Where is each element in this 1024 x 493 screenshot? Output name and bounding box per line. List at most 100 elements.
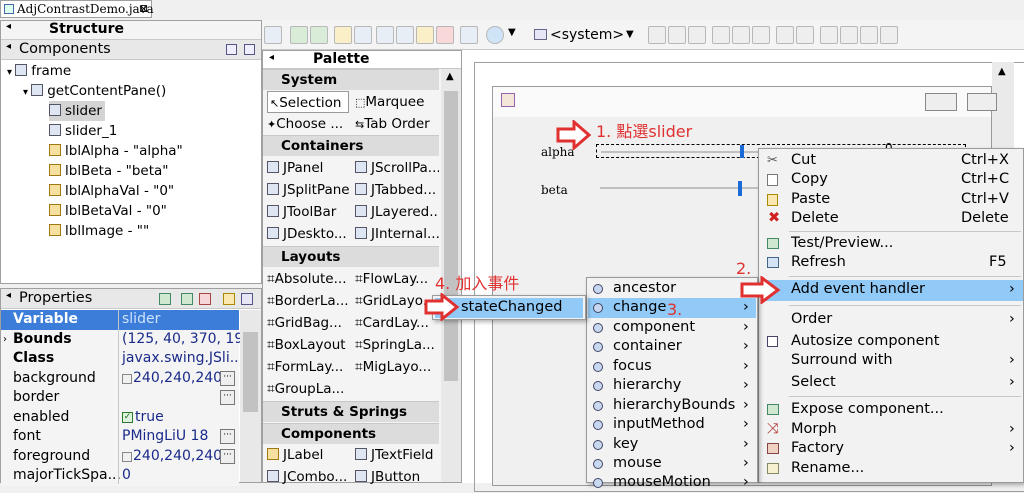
tree-node-slider-1[interactable]: slider_1 (49, 121, 117, 141)
menu-icon[interactable] (223, 293, 235, 305)
chevron-down-icon[interactable]: ▼ (508, 27, 516, 38)
tree-node-lbl-image[interactable]: lblImage - "" (49, 221, 149, 241)
collapse-arrow-icon[interactable]: ◂ (6, 41, 11, 52)
tree-node-lbl-alpha-val[interactable]: lblAlphaVal - "0" (49, 181, 174, 201)
expand-toggle-icon[interactable]: ▾ (7, 67, 15, 78)
prop-row-background[interactable]: background 240,240,240 ··· (1, 369, 239, 389)
palette-jscrollpane[interactable]: JScrollPa... (355, 157, 439, 179)
palette-section-layouts[interactable]: Layouts (263, 246, 439, 267)
align-top-icon[interactable] (712, 26, 730, 44)
palette-jsplitpane[interactable]: JSplitPane (267, 179, 351, 201)
scroll-up-icon[interactable]: ▲ (998, 66, 1006, 77)
palette-jtoolbar[interactable]: JToolBar (267, 201, 351, 223)
expand-toggle-icon[interactable]: › (3, 330, 7, 349)
prop-row-foreground[interactable]: foreground 240,240,240 ··· (1, 447, 239, 467)
event-item-input-method[interactable]: inputMethod › (587, 415, 755, 435)
checkbox-checked-icon[interactable]: ✓ (122, 412, 133, 423)
test-icon[interactable] (310, 26, 328, 44)
palette-choose[interactable]: ✦Choose ... (267, 113, 351, 135)
maximize-button[interactable] (967, 93, 997, 111)
cut-icon[interactable] (376, 26, 394, 44)
edit-code-icon[interactable] (334, 26, 352, 44)
align-middle-icon[interactable] (732, 26, 750, 44)
palette-boxlayout[interactable]: ⌗BoxLayout (267, 334, 351, 356)
editor-tab[interactable]: AdjContrastDemo.java ⊠ (0, 0, 154, 18)
prop-row-font[interactable]: font PMingLiU 18 ··· (1, 427, 239, 447)
paste-icon[interactable] (416, 26, 434, 44)
align-bottom-icon[interactable] (752, 26, 770, 44)
tree-node-lbl-beta-val[interactable]: lblBetaVal - "0" (49, 201, 167, 221)
palette-marquee[interactable]: ⬚Marquee (355, 91, 424, 113)
menu-item-add-event-handler[interactable]: Add event handler › (761, 280, 1023, 301)
delete-icon[interactable] (436, 26, 454, 44)
event-item-hierarchy-bounds[interactable]: hierarchyBounds › (587, 396, 755, 416)
menu-item-cut[interactable]: ✂ Cut Ctrl+X (759, 151, 1019, 171)
properties-scrollbar[interactable] (240, 310, 261, 482)
expand-all-icon[interactable] (226, 44, 237, 55)
properties-icon[interactable] (460, 26, 478, 44)
close-tab-icon[interactable]: ⊠ (139, 1, 148, 17)
center-horizontal-icon[interactable] (860, 26, 878, 44)
palette-jlayered[interactable]: JLayered... (355, 201, 439, 223)
space-vertical-icon[interactable] (840, 26, 858, 44)
same-height-icon[interactable] (796, 26, 814, 44)
menu-item-refresh[interactable]: Refresh F5 (759, 253, 1019, 273)
menu-item-expose-component[interactable]: Expose component... (759, 400, 1019, 420)
palette-springlayout[interactable]: ⌗SpringLa... (355, 334, 439, 356)
event-item-component[interactable]: component › (587, 318, 755, 338)
palette-section-system[interactable]: System (263, 69, 439, 90)
palette-jinternal[interactable]: JInternal... (355, 223, 439, 245)
tree-node-frame[interactable]: ▾ frame (7, 61, 71, 81)
palette-grouplayout[interactable]: ⌗GroupLa... (267, 378, 351, 400)
align-right-icon[interactable] (688, 26, 706, 44)
collapse-arrow-icon[interactable]: ◂ (6, 290, 11, 301)
menu-item-morph[interactable]: ⤨ Morph › (759, 420, 1019, 440)
more-button[interactable]: ··· (220, 371, 235, 386)
align-center-icon[interactable] (668, 26, 686, 44)
palette-flowlayout[interactable]: ⌗FlowLay... (355, 268, 439, 290)
palette-gridbag[interactable]: ⌗GridBag... (267, 312, 351, 334)
palette-section-struts[interactable]: Struts & Springs (263, 401, 439, 422)
goto-definition-icon[interactable] (181, 293, 193, 305)
redo-icon[interactable] (354, 26, 372, 44)
event-item-container[interactable]: container › (587, 337, 755, 357)
palette-section-components[interactable]: Components (263, 423, 439, 444)
collapse-arrow-icon[interactable]: ◂ (6, 21, 11, 32)
palette-tab-order[interactable]: ⇆Tab Order (355, 113, 430, 135)
restore-default-icon[interactable] (241, 293, 253, 305)
menu-item-test-preview[interactable]: Test/Preview... (759, 234, 1019, 254)
menu-item-autosize[interactable]: Autosize component (759, 332, 1019, 352)
minimize-button[interactable] (925, 93, 957, 111)
more-button[interactable]: ··· (220, 390, 235, 405)
menu-item-surround-with[interactable]: Surround with › (759, 351, 1019, 371)
palette-jbutton[interactable]: JButton (355, 466, 439, 488)
menu-item-factory[interactable]: Factory › (759, 439, 1019, 459)
scroll-up-icon[interactable]: ▲ (446, 71, 454, 82)
palette-borderlayout[interactable]: ⌗BorderLa... (267, 290, 351, 312)
prop-row-bounds[interactable]: › Bounds (125, 40, 370, 19) (1, 330, 249, 350)
menu-item-select[interactable]: Select › (759, 373, 1019, 393)
palette-jtextfield[interactable]: JTextField (355, 444, 439, 466)
lookfeel-dropdown[interactable]: <system> ▼ (532, 24, 638, 46)
scroll-thumb[interactable] (444, 91, 458, 381)
palette-jdesktop[interactable]: JDeskto... (267, 223, 351, 245)
tree-node-content-pane[interactable]: ▾ getContentPane() (23, 81, 166, 101)
preview-icon[interactable] (290, 26, 308, 44)
center-vertical-icon[interactable] (880, 26, 898, 44)
prop-row-class[interactable]: Class javax.swing.JSli... (1, 349, 243, 369)
undo-icon[interactable] (264, 26, 282, 44)
scroll-thumb[interactable] (243, 332, 258, 412)
slider-thumb[interactable] (740, 145, 744, 158)
align-left-icon[interactable] (648, 26, 666, 44)
collapse-all-icon[interactable] (244, 44, 255, 55)
more-button[interactable]: ··· (220, 449, 235, 464)
event-item-hierarchy[interactable]: hierarchy › (587, 376, 755, 396)
event-item-key[interactable]: key › (587, 435, 755, 455)
globe-icon[interactable] (486, 26, 504, 44)
event-item-ancestor[interactable]: ancestor › (587, 279, 755, 299)
prop-row-border[interactable]: border ··· (1, 388, 239, 408)
collapse-arrow-icon[interactable]: ◂ (269, 52, 274, 63)
same-width-icon[interactable] (776, 26, 794, 44)
tree-node-slider[interactable]: slider (49, 101, 105, 121)
menu-item-copy[interactable]: Copy Ctrl+C (759, 170, 1019, 190)
